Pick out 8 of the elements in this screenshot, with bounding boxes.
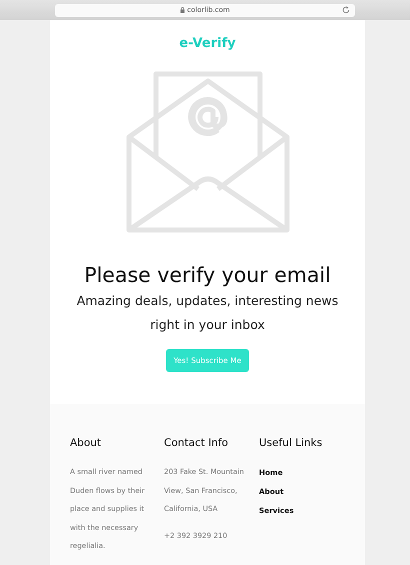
footer-heading: Contact Info	[164, 437, 230, 449]
reload-icon[interactable]	[342, 6, 350, 14]
lock-icon	[180, 7, 186, 13]
heading: Please verify your email	[84, 263, 331, 287]
subtitle: Amazing deals, updates, interesting news right in your inbox	[76, 292, 340, 334]
footer-heading: Useful Links	[259, 437, 324, 449]
envelope-icon	[126, 71, 290, 233]
footer-heading: About	[70, 437, 102, 449]
